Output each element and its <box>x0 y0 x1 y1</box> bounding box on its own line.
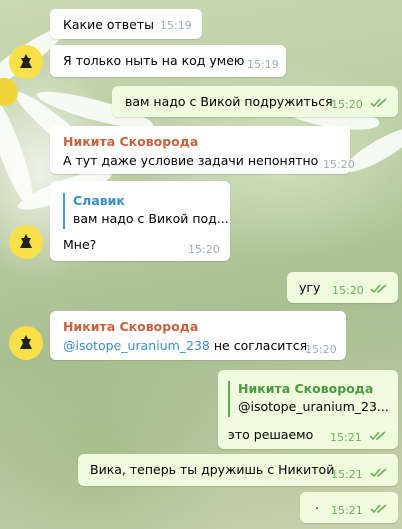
reply-quote[interactable]: Никита Сковорода @isotope_uranium_23... <box>228 381 389 417</box>
message-text: Я только ныть на код умею <box>63 53 245 68</box>
message-bubble[interactable]: Я только ныть на код умею 15:19 <box>50 45 286 77</box>
message-text: Мне? <box>63 237 97 252</box>
reply-sender: Никита Сковорода <box>238 381 374 396</box>
avatar[interactable] <box>9 225 43 259</box>
message-text-rest: не согласится <box>209 338 308 353</box>
avatar-icon <box>20 54 32 68</box>
message-text: @isotope_uranium_238 не согласится <box>63 338 307 353</box>
reply-sender: Славик <box>73 193 125 208</box>
wallpaper-daisy <box>0 27 402 210</box>
message-text: угу <box>299 280 321 295</box>
message-time: 15:19 <box>247 58 279 71</box>
message-time: 15:19 <box>160 19 192 32</box>
double-check-icon <box>370 468 387 478</box>
avatar-icon <box>20 234 32 248</box>
double-check-icon <box>370 284 387 294</box>
avatar[interactable] <box>9 326 43 360</box>
message-time: 15:21 <box>330 431 362 444</box>
user-mention[interactable]: @isotope_uranium_238 <box>63 338 210 353</box>
double-check-icon <box>370 504 387 514</box>
message-time: 15:20 <box>331 98 363 111</box>
double-check-icon <box>369 431 386 441</box>
message-text: вам надо с Викой подружиться <box>125 94 333 109</box>
double-check-icon <box>370 98 387 108</box>
message-bubble-outgoing[interactable]: Никита Сковорода @isotope_uranium_23... … <box>218 370 398 449</box>
message-time: 15:20 <box>188 243 220 256</box>
message-bubble[interactable]: Никита Сковорода @isotope_uranium_238 не… <box>50 311 346 360</box>
message-bubble-outgoing[interactable]: . 15:21 <box>300 492 398 523</box>
message-text: это решаемо <box>228 427 314 442</box>
message-text: . <box>315 497 319 512</box>
reply-quote[interactable]: Славик вам надо с Викой под... <box>63 193 229 229</box>
message-bubble-outgoing[interactable]: Вика, теперь ты дружишь с Никитой 15:21 <box>78 454 398 486</box>
message-time: 15:20 <box>323 158 355 171</box>
message-bubble[interactable]: Какие ответы 15:19 <box>50 9 202 39</box>
avatar[interactable] <box>9 45 43 79</box>
message-time: 15:21 <box>331 504 363 517</box>
message-time: 15:20 <box>305 343 337 356</box>
reply-text: @isotope_uranium_23... <box>238 399 389 414</box>
message-time: 15:20 <box>332 284 364 297</box>
message-bubble-outgoing[interactable]: вам надо с Викой подружиться 15:20 <box>112 86 398 117</box>
message-bubble-outgoing[interactable]: угу 15:20 <box>287 272 398 303</box>
message-text: А тут даже условие задачи непонятно <box>63 153 319 168</box>
message-text: Вика, теперь ты дружишь с Никитой <box>90 462 335 477</box>
reply-text: вам надо с Викой под... <box>73 211 229 226</box>
message-bubble[interactable]: Никита Сковорода А тут даже условие зада… <box>50 126 355 174</box>
avatar-icon <box>20 335 32 349</box>
message-time: 15:21 <box>331 468 363 481</box>
message-bubble[interactable]: Славик вам надо с Викой под... Мне? 15:2… <box>50 181 230 261</box>
sender-name[interactable]: Никита Сковорода <box>63 134 198 149</box>
sender-name[interactable]: Никита Сковорода <box>63 319 198 334</box>
message-text: Какие ответы <box>63 17 155 32</box>
